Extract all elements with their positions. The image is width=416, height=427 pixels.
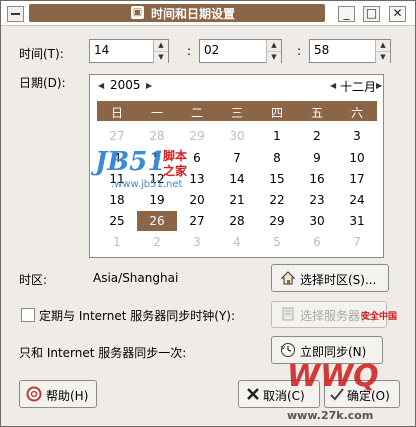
time-separator: : [187, 44, 192, 58]
window-menu-button[interactable] [7, 6, 24, 22]
minute-down-arrow-icon[interactable]: ▼ [266, 51, 281, 63]
calendar-day[interactable]: 21 [217, 193, 257, 207]
calendar-day[interactable]: 24 [337, 193, 377, 207]
calendar-year: 2005 [110, 78, 141, 92]
window-app-icon: ▣ [131, 6, 144, 19]
calendar-day[interactable]: 7 [337, 235, 377, 249]
site-watermark-overlay: 安全中国 WWQ www.27k.com [269, 299, 415, 427]
timezone-value: Asia/Shanghai [93, 271, 179, 285]
calendar-day[interactable]: 17 [337, 172, 377, 186]
next-year-icon[interactable]: ▶ [146, 81, 152, 90]
time-date-settings-window: ▣ 时间和日期设置 _ □ ✕ 时间(T): ▲ ▼ : ▲ ▼ : ▲ ▼ 日… [0, 0, 416, 427]
calendar-month: 十二月 [340, 80, 377, 94]
sync-once-label: 只和 Internet 服务器同步一次: [19, 346, 187, 360]
prev-month-icon[interactable]: ◀ [330, 81, 336, 90]
help-lifebuoy-icon [26, 386, 42, 402]
calendar-day[interactable]: 25 [97, 214, 137, 228]
second-down-arrow-icon[interactable]: ▼ [375, 51, 390, 63]
window-title: 时间和日期设置 [151, 7, 236, 21]
calendar-day[interactable]: 16 [297, 172, 337, 186]
time-separator: : [297, 44, 302, 58]
hour-up-arrow-icon[interactable]: ▲ [153, 40, 168, 51]
weekday-label: 二 [190, 106, 203, 120]
calendar-day[interactable]: 1 [257, 129, 297, 143]
select-timezone-button[interactable]: 选择时区(S)... [271, 264, 389, 292]
timezone-label: 时区: [19, 273, 48, 287]
hour-down-arrow-icon[interactable]: ▼ [153, 51, 168, 63]
calendar-day[interactable]: 20 [177, 193, 217, 207]
maximize-button[interactable]: □ [363, 6, 380, 22]
calendar-day[interactable]: 9 [297, 151, 337, 165]
time-label: 时间(T): [19, 47, 64, 61]
calendar-day[interactable]: 27 [177, 214, 217, 228]
weekday-label: 五 [310, 106, 323, 120]
calendar-day[interactable]: 2 [297, 129, 337, 143]
calendar-day[interactable]: 7 [217, 151, 257, 165]
watermark-logo-text: JB51 [95, 147, 166, 177]
weekday-label: 日 [110, 106, 123, 120]
title-bar: ▣ 时间和日期设置 _ □ ✕ [1, 1, 415, 26]
watermark-text: 安全中国 [361, 312, 398, 322]
calendar-day[interactable]: 2 [137, 235, 177, 249]
calendar-day[interactable]: 3 [177, 235, 217, 249]
calendar-day[interactable]: 18 [97, 193, 137, 207]
hour-input[interactable] [94, 43, 141, 57]
periodic-sync-checkbox[interactable] [21, 308, 35, 322]
next-month-icon[interactable]: ▶ [376, 81, 382, 90]
date-label: 日期(D): [19, 76, 66, 90]
calendar-day[interactable]: 10 [337, 151, 377, 165]
calendar-day[interactable]: 28 [137, 129, 177, 143]
calendar-day-selected[interactable]: 26 [137, 211, 177, 231]
house-icon [280, 271, 296, 285]
calendar-day[interactable]: 29 [257, 214, 297, 228]
calendar-day[interactable]: 27 [97, 129, 137, 143]
watermark-text: 之家 [163, 164, 188, 178]
calendar-day[interactable]: 30 [297, 214, 337, 228]
weekday-label: 一 [150, 106, 163, 120]
calendar-day[interactable]: 29 [177, 129, 217, 143]
calendar-day[interactable]: 6 [297, 235, 337, 249]
minute-spinbutton[interactable]: ▲ ▼ [199, 39, 282, 63]
calendar-day[interactable]: 30 [217, 129, 257, 143]
weekday-label: 四 [270, 106, 283, 120]
prev-year-icon[interactable]: ◀ [98, 81, 104, 90]
help-button[interactable]: 帮助(H) [19, 380, 97, 408]
calendar-day[interactable]: 22 [257, 193, 297, 207]
select-timezone-label: 选择时区(S)... [300, 273, 377, 287]
jb51-watermark-logo: JB51 脚本 之家 .www.jb51.net [95, 147, 195, 195]
calendar-day[interactable]: 14 [217, 172, 257, 186]
calendar-day[interactable]: 15 [257, 172, 297, 186]
close-button[interactable]: ✕ [389, 6, 406, 22]
weekday-label: 六 [350, 106, 363, 120]
calendar-day[interactable]: 1 [97, 235, 137, 249]
calendar-header: ◀ 2005 ▶ ◀ 十二月 ▶ [90, 75, 383, 95]
second-up-arrow-icon[interactable]: ▲ [375, 40, 390, 51]
calendar-day[interactable]: 5 [257, 235, 297, 249]
calendar-day[interactable]: 8 [257, 151, 297, 165]
weekday-label: 三 [230, 106, 243, 120]
minimize-button[interactable]: _ [338, 6, 355, 22]
second-spinbutton[interactable]: ▲ ▼ [309, 39, 391, 63]
help-label: 帮助(H) [46, 389, 89, 403]
watermark-url: .www.jb51.net [111, 179, 183, 190]
minute-up-arrow-icon[interactable]: ▲ [266, 40, 281, 51]
calendar-day[interactable]: 19 [137, 193, 177, 207]
periodic-sync-label: 定期与 Internet 服务器同步时钟(Y): [39, 309, 236, 323]
weekday-header: 日 一 二 三 四 五 六 [97, 101, 377, 121]
watermark-logo-text: WWQ [287, 359, 379, 394]
watermark-url: www.27k.com [287, 409, 374, 422]
calendar-day[interactable]: 23 [297, 193, 337, 207]
calendar-day[interactable]: 3 [337, 129, 377, 143]
second-input[interactable] [314, 43, 362, 57]
calendar-day[interactable]: 28 [217, 214, 257, 228]
calendar-day[interactable]: 31 [337, 214, 377, 228]
cancel-x-icon [247, 388, 259, 400]
calendar-day[interactable]: 4 [217, 235, 257, 249]
minute-input[interactable] [204, 43, 253, 57]
hour-spinbutton[interactable]: ▲ ▼ [89, 39, 169, 63]
